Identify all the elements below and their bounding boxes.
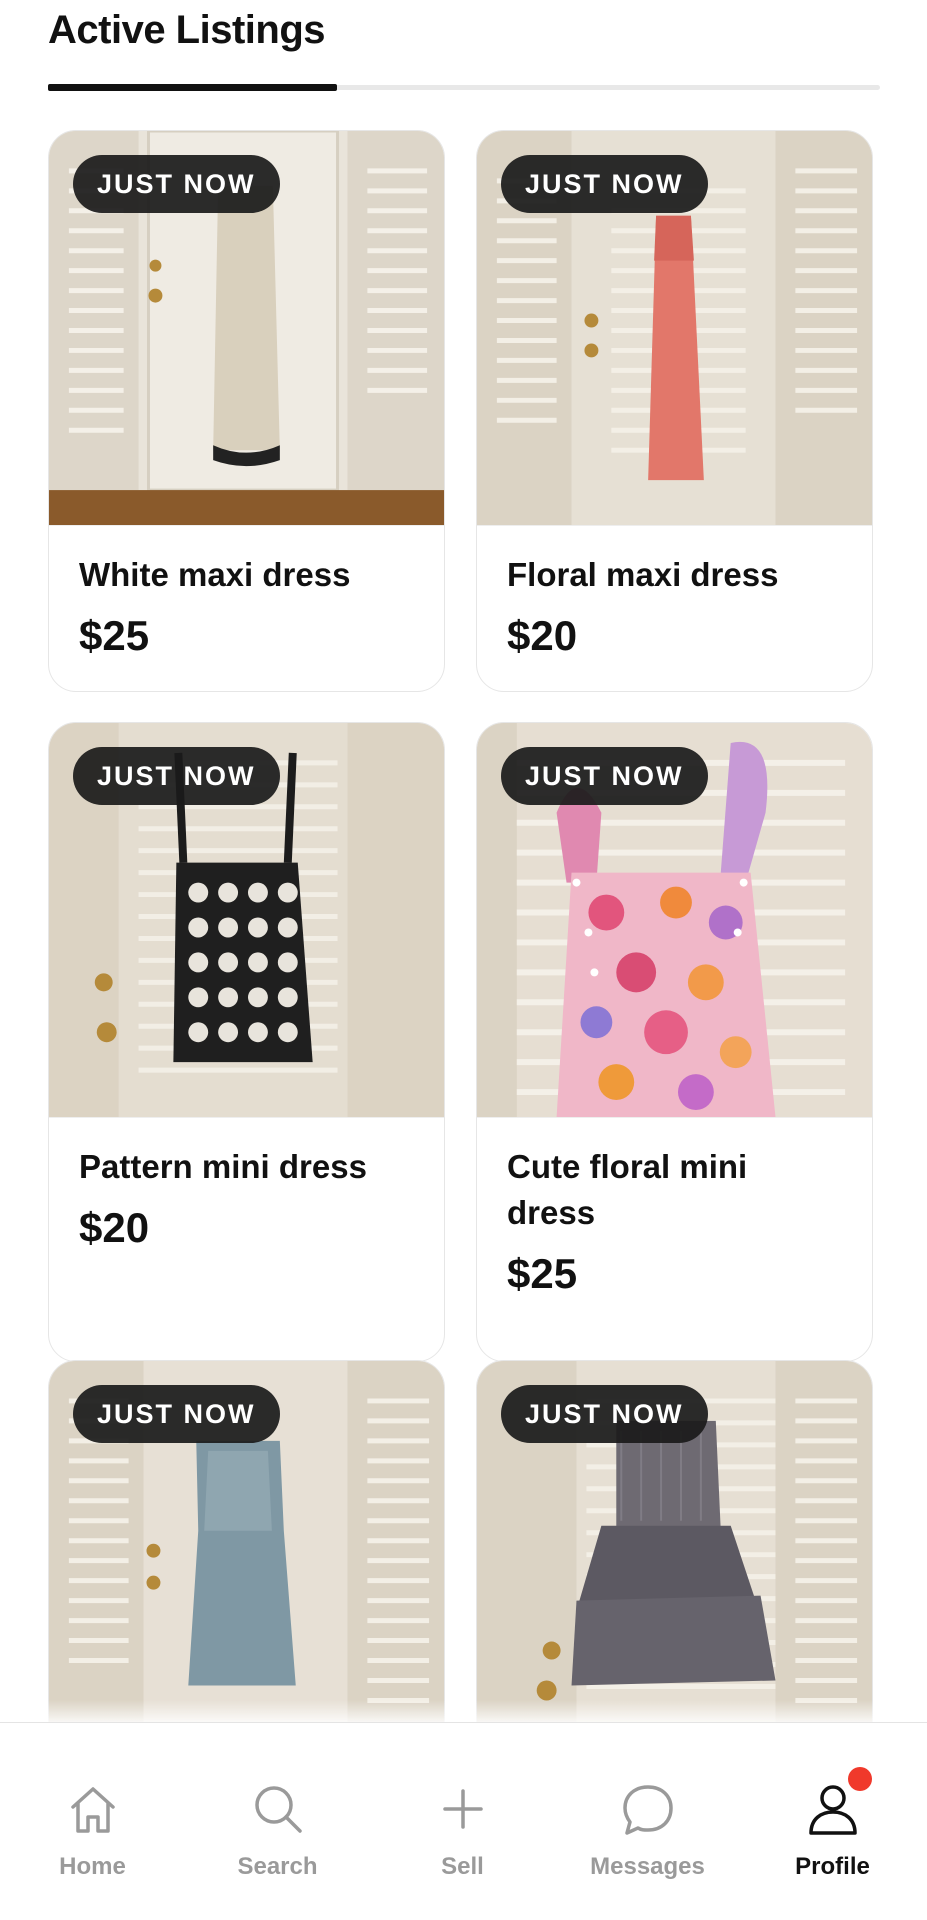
listing-title: Pattern mini dress (79, 1148, 367, 1185)
listing-time-badge: JUST NOW (73, 747, 280, 805)
home-icon (70, 1787, 115, 1833)
page-title: Active Listings (48, 8, 326, 52)
listing-time-badge: JUST NOW (73, 155, 280, 213)
plus-icon (442, 1789, 483, 1829)
scroll-fade (0, 1700, 927, 1724)
listing-price: $25 (507, 1250, 578, 1297)
listing-price: $20 (79, 1204, 150, 1251)
listing-price: $25 (79, 612, 150, 659)
listing-title: White maxi dress (79, 556, 351, 593)
listing-photo[interactable]: JUST NOW (49, 131, 444, 526)
listing-photo[interactable]: JUST NOW (49, 723, 444, 1118)
listing-card[interactable]: JUST NOW White maxi dress $25 (48, 130, 445, 692)
bottom-tab-bar: Home Search Sell Messages Profile (0, 1722, 927, 1920)
tab-profile[interactable]: Profile (740, 1723, 925, 1920)
app-screen: Active Listings JUST NOW White maxi dres… (0, 0, 927, 1920)
tab-label: Profile (795, 1853, 870, 1880)
listing-card[interactable]: JUST NOW Floral maxi dress $20 (476, 130, 873, 692)
tab-label: Messages (590, 1853, 705, 1880)
listing-photo[interactable]: JUST NOW (477, 723, 872, 1118)
tab-label: Sell (441, 1853, 484, 1880)
listing-card[interactable]: JUST NOW Pattern mini dress $20 (48, 722, 445, 1362)
tab-search[interactable]: Search (185, 1723, 370, 1920)
listing-title: Cute floral mini dress (507, 1148, 748, 1231)
listing-card[interactable]: JUST NOW Cute floral mini dress $25 (476, 722, 873, 1362)
listing-title: Floral maxi dress (507, 556, 779, 593)
tab-messages[interactable]: Messages (555, 1723, 740, 1920)
active-tab-indicator (48, 84, 337, 91)
listing-time-badge: JUST NOW (501, 155, 708, 213)
listing-photo[interactable]: JUST NOW (477, 131, 872, 526)
chat-bubble-icon (622, 1785, 673, 1835)
listing-time-badge: JUST NOW (501, 1385, 708, 1443)
listing-time-badge: JUST NOW (73, 1385, 280, 1443)
tab-home[interactable]: Home (0, 1723, 185, 1920)
notification-dot (848, 1767, 872, 1791)
listing-time-badge: JUST NOW (501, 747, 708, 805)
listing-price: $20 (507, 612, 578, 659)
tab-label: Home (59, 1853, 126, 1880)
search-icon (254, 1786, 302, 1833)
tab-sell[interactable]: Sell (370, 1723, 555, 1920)
tab-label: Search (237, 1853, 318, 1880)
